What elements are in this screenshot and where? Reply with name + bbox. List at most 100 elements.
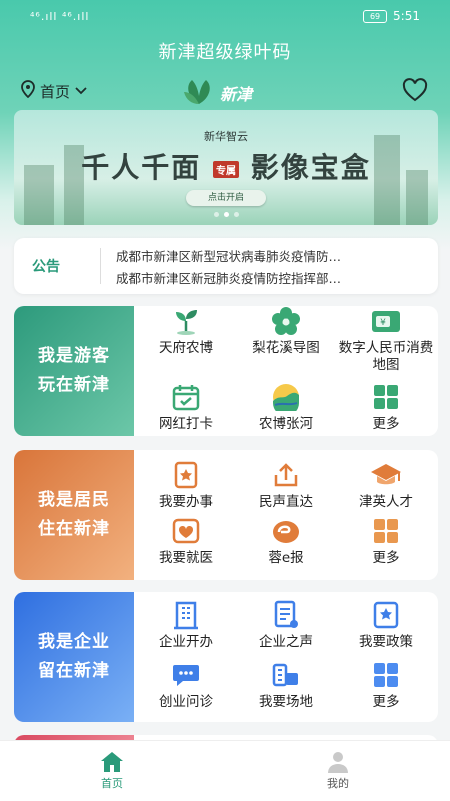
tile-more[interactable]: 更多 [336, 516, 436, 567]
banner-headline-part: 影像宝盒 [250, 151, 371, 184]
tile-label: 我要政策 [359, 634, 413, 650]
tile-business-voice[interactable]: 企业之声 [236, 600, 336, 651]
top-nav: 首页 新津 [0, 76, 450, 108]
tile-label: 天府农博 [159, 340, 213, 356]
medical-heart-icon [169, 516, 203, 546]
banner-headline-part: 千人千面 [81, 151, 202, 184]
tile-label: 我要场地 [259, 694, 313, 710]
section-title: 我是游客 玩在新津 [14, 306, 134, 436]
svg-text:¥: ¥ [380, 318, 386, 328]
tile-more[interactable]: 更多 [336, 382, 436, 433]
tile-business-start[interactable]: 企业开办 [136, 600, 236, 651]
clock: 5:51 [393, 9, 420, 23]
tile-nongbo-zhanghe[interactable]: 农博张河 [236, 382, 336, 433]
app-logo: 新津 [182, 76, 252, 110]
tile-startup-consult[interactable]: 创业问诊 [136, 660, 236, 711]
notice-item[interactable]: 成都市新津区新冠肺炎疫情防控指挥部… [116, 268, 416, 287]
tile-label: 数字人民币消费地图 [338, 340, 434, 373]
home-icon [72, 749, 152, 775]
tile-handle-affairs[interactable]: 我要办事 [136, 460, 236, 511]
favorite-button[interactable] [402, 78, 428, 106]
signal-indicator: ⁴⁶.ıll ⁴⁶.ıll [30, 10, 90, 23]
tab-label: 我的 [327, 777, 349, 790]
section-title-line: 玩在新津 [38, 375, 110, 395]
tile-medical[interactable]: 我要就医 [136, 516, 236, 567]
banner-tag: 专属 [213, 160, 239, 178]
tile-label: 更多 [372, 694, 400, 710]
tile-label: 梨花溪导图 [252, 340, 320, 356]
wallet-icon: ¥ [369, 306, 403, 336]
tile-label: 民声直达 [259, 494, 313, 510]
section-title-line: 我是居民 [38, 490, 110, 511]
building-icon [169, 600, 203, 630]
carousel-dots [14, 212, 438, 217]
tile-public-voice[interactable]: 民声直达 [236, 460, 336, 511]
landscape-icon [269, 382, 303, 412]
promo-banner[interactable]: 新华智云 千人千面 专属 影像宝盒 点击开启 [14, 110, 438, 225]
venue-icon [269, 660, 303, 690]
upload-icon [269, 460, 303, 490]
notice-item[interactable]: 成都市新津区新型冠状病毒肺炎疫情防… [116, 246, 416, 265]
section-title-line: 我是企业 [38, 632, 110, 653]
leaf-icon [182, 76, 216, 110]
carousel-dot[interactable] [233, 212, 239, 217]
banner-headline: 千人千面 专属 影像宝盒 [14, 146, 438, 186]
document-star-icon [169, 460, 203, 490]
swirl-logo-icon [269, 516, 303, 546]
tile-more[interactable]: 更多 [336, 660, 436, 711]
carousel-dot[interactable] [213, 212, 219, 217]
tile-label: 津英人才 [359, 494, 413, 510]
location-selector[interactable]: 首页 [20, 80, 88, 102]
sprout-icon [169, 306, 203, 336]
app-title: 新津超级绿叶码 [158, 42, 292, 63]
tab-home[interactable]: 首页 [72, 749, 152, 791]
tile-label: 企业开办 [159, 634, 213, 650]
section-title-line: 住在新津 [38, 519, 110, 539]
tab-mine[interactable]: 我的 [298, 749, 378, 791]
grid-icon [369, 516, 403, 546]
section-title: 我是居民 住在新津 [14, 450, 134, 580]
tile-label: 更多 [372, 550, 400, 566]
notice-board[interactable]: 公告 成都市新津区新型冠状病毒肺炎疫情防… 成都市新津区新冠肺炎疫情防控指挥部… [14, 238, 438, 294]
flower-icon [269, 306, 303, 336]
chevron-down-icon [74, 82, 88, 100]
tile-tianfu-nongbo[interactable]: 天府农博 [136, 306, 236, 357]
graduation-cap-icon [369, 460, 403, 490]
location-label: 首页 [40, 82, 71, 101]
section-resident: 我是居民住在新津 我要办事 民声直达 津英人才 我要就医 蓉e报 更多 [14, 450, 438, 580]
tile-checkin[interactable]: 网红打卡 [136, 382, 236, 433]
tile-label: 我要办事 [159, 494, 213, 510]
tile-venue[interactable]: 我要场地 [236, 660, 336, 711]
section-title-line: 我是游客 [38, 346, 110, 367]
banner-cta-button[interactable]: 点击开启 [186, 190, 266, 206]
tile-label: 企业之声 [259, 634, 313, 650]
banner-brand: 新华智云 [204, 130, 248, 143]
location-pin-icon [20, 80, 36, 102]
battery-icon: 69 [363, 9, 388, 23]
tile-talent[interactable]: 津英人才 [336, 460, 436, 511]
tile-policy[interactable]: 我要政策 [336, 600, 436, 651]
bottom-tab-bar: 首页 我的 [0, 740, 450, 801]
logo-text: 新津 [220, 85, 253, 104]
tile-rong-e-report[interactable]: 蓉e报 [236, 516, 336, 567]
heart-icon [402, 78, 428, 102]
section-business: 我是企业留在新津 企业开办 企业之声 我要政策 创业问诊 我要场地 更多 [14, 592, 438, 722]
tab-label: 首页 [101, 777, 123, 790]
tile-label: 我要就医 [159, 550, 213, 566]
notice-label: 公告 [32, 259, 60, 275]
document-list-icon [269, 600, 303, 630]
user-icon [298, 749, 378, 775]
tile-label: 创业问诊 [159, 694, 213, 710]
section-title-line: 留在新津 [38, 661, 110, 681]
tile-label: 更多 [372, 416, 400, 432]
tile-digital-rmb-map[interactable]: ¥ 数字人民币消费地图 [336, 306, 436, 374]
divider [100, 248, 101, 284]
section-title: 我是企业 留在新津 [14, 592, 134, 722]
document-star-icon [369, 600, 403, 630]
grid-icon [369, 660, 403, 690]
tile-label: 蓉e报 [268, 550, 304, 566]
tile-lihuaxi-map[interactable]: 梨花溪导图 [236, 306, 336, 357]
carousel-dot[interactable] [223, 212, 229, 217]
grid-icon [369, 382, 403, 412]
tile-label: 农博张河 [259, 416, 313, 432]
